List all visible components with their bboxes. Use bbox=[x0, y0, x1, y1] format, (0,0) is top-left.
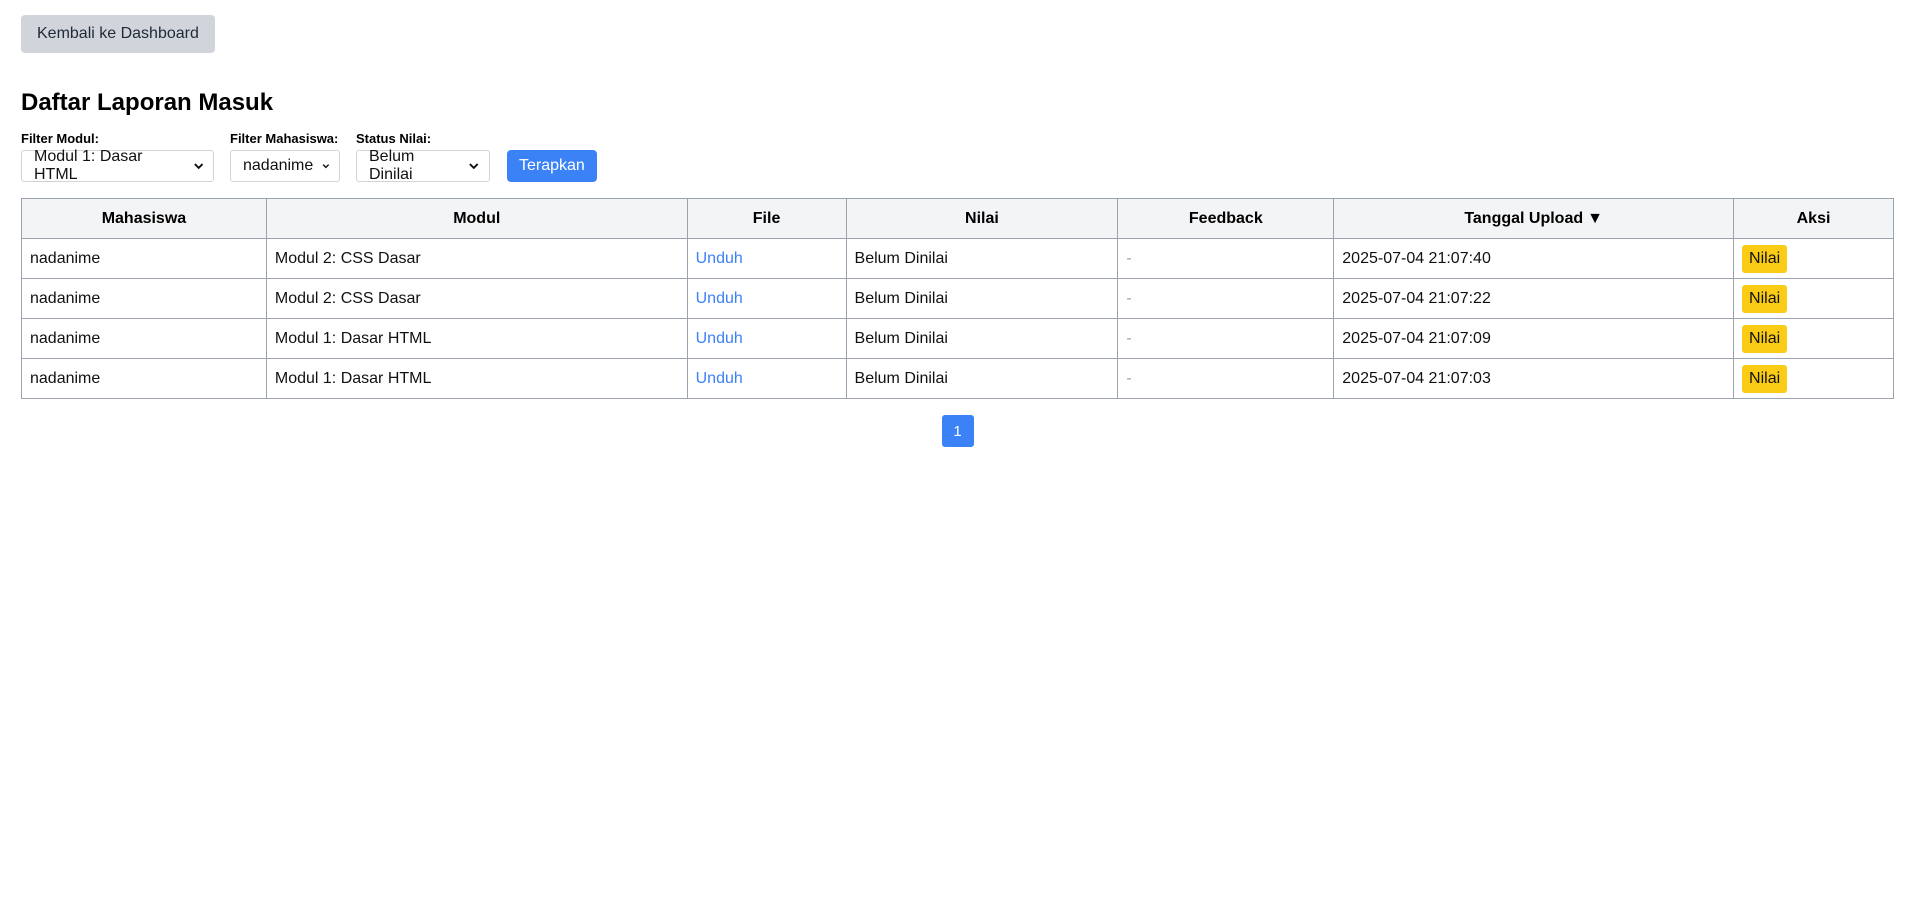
cell-file: Unduh bbox=[686, 238, 847, 279]
cell-mahasiswa: nadanime bbox=[21, 358, 267, 399]
cell-feedback: - bbox=[1117, 278, 1335, 319]
feedback-value: - bbox=[1126, 249, 1132, 267]
cell-modul: Modul 2: CSS Dasar bbox=[265, 238, 688, 279]
filter-mahasiswa-label: Filter Mahasiswa: bbox=[230, 131, 339, 146]
table-row: nadanime Modul 2: CSS Dasar Unduh Belum … bbox=[21, 278, 1894, 319]
column-header-aksi: Aksi bbox=[1733, 198, 1894, 239]
cell-nilai: Belum Dinilai bbox=[845, 358, 1119, 399]
cell-file: Unduh bbox=[686, 278, 847, 319]
filter-bar: Filter Modul: Modul 1: Dasar HTML Filter… bbox=[21, 131, 1895, 183]
back-to-dashboard-button[interactable]: Kembali ke Dashboard bbox=[21, 15, 215, 53]
cell-nilai: Belum Dinilai bbox=[845, 318, 1119, 359]
filter-status-group: Status Nilai: Belum Dinilai bbox=[356, 131, 490, 183]
column-header-mahasiswa: Mahasiswa bbox=[21, 198, 267, 239]
column-header-modul: Modul bbox=[265, 198, 688, 239]
column-header-nilai: Nilai bbox=[845, 198, 1119, 239]
cell-nilai: Belum Dinilai bbox=[845, 238, 1119, 279]
nilai-button[interactable]: Nilai bbox=[1742, 284, 1788, 313]
cell-modul: Modul 2: CSS Dasar bbox=[265, 278, 688, 319]
column-header-feedback: Feedback bbox=[1117, 198, 1335, 239]
cell-file: Unduh bbox=[686, 358, 847, 399]
column-header-file: File bbox=[686, 198, 847, 239]
chevron-down-icon bbox=[193, 163, 203, 170]
feedback-value: - bbox=[1126, 329, 1132, 347]
column-header-tanggal-upload[interactable]: Tanggal Upload ▼ bbox=[1333, 198, 1735, 239]
download-link[interactable]: Unduh bbox=[696, 330, 743, 347]
cell-feedback: - bbox=[1117, 238, 1335, 279]
cell-modul: Modul 1: Dasar HTML bbox=[265, 358, 688, 399]
cell-modul: Modul 1: Dasar HTML bbox=[265, 318, 688, 359]
nilai-button[interactable]: Nilai bbox=[1742, 324, 1788, 353]
page-button-current[interactable]: 1 bbox=[941, 415, 974, 447]
page-title: Daftar Laporan Masuk bbox=[21, 89, 274, 116]
cell-file: Unduh bbox=[686, 318, 847, 359]
cell-feedback: - bbox=[1117, 358, 1335, 399]
filter-status-label: Status Nilai: bbox=[356, 131, 432, 146]
filter-modul-select[interactable]: Modul 1: Dasar HTML bbox=[21, 148, 214, 183]
cell-tanggal: 2025-07-04 21:07:09 bbox=[1333, 318, 1735, 359]
nilai-button[interactable]: Nilai bbox=[1742, 244, 1788, 273]
filter-modul-group: Filter Modul: Modul 1: Dasar HTML bbox=[21, 131, 214, 183]
cell-mahasiswa: nadanime bbox=[21, 278, 267, 319]
cell-aksi: Nilai bbox=[1733, 238, 1894, 279]
chevron-down-icon bbox=[469, 163, 479, 170]
filter-status-select[interactable]: Belum Dinilai bbox=[356, 148, 490, 183]
table-header-row: Mahasiswa Modul File Nilai Feedback Tang… bbox=[21, 198, 1894, 239]
download-link[interactable]: Unduh bbox=[696, 290, 743, 307]
column-header-tanggal-label: Tanggal Upload bbox=[1464, 209, 1584, 227]
cell-aksi: Nilai bbox=[1733, 278, 1894, 319]
sort-desc-icon: ▼ bbox=[1587, 209, 1603, 227]
page: Kembali ke Dashboard Daftar Laporan Masu… bbox=[0, 0, 1916, 462]
filter-modul-label: Filter Modul: bbox=[21, 131, 99, 146]
cell-aksi: Nilai bbox=[1733, 358, 1894, 399]
filter-status-value: Belum Dinilai bbox=[369, 148, 415, 183]
table-row: nadanime Modul 1: Dasar HTML Unduh Belum… bbox=[21, 318, 1894, 359]
apply-filter-button[interactable]: Terapkan bbox=[507, 150, 597, 182]
cell-tanggal: 2025-07-04 21:07:40 bbox=[1333, 238, 1735, 279]
pagination: 1 bbox=[21, 415, 1894, 447]
cell-aksi: Nilai bbox=[1733, 318, 1894, 359]
cell-tanggal: 2025-07-04 21:07:03 bbox=[1333, 358, 1735, 399]
cell-feedback: - bbox=[1117, 318, 1335, 359]
table-row: nadanime Modul 2: CSS Dasar Unduh Belum … bbox=[21, 238, 1894, 279]
nilai-button[interactable]: Nilai bbox=[1742, 364, 1788, 393]
cell-tanggal: 2025-07-04 21:07:22 bbox=[1333, 278, 1735, 319]
feedback-value: - bbox=[1126, 369, 1132, 387]
download-link[interactable]: Unduh bbox=[696, 370, 743, 387]
filter-mahasiswa-group: Filter Mahasiswa: nadanime bbox=[230, 131, 340, 182]
filter-mahasiswa-value: nadanime bbox=[243, 157, 314, 174]
filter-mahasiswa-select[interactable]: nadanime bbox=[230, 150, 340, 182]
laporan-table: Mahasiswa Modul File Nilai Feedback Tang… bbox=[21, 198, 1894, 399]
table-row: nadanime Modul 1: Dasar HTML Unduh Belum… bbox=[21, 358, 1894, 399]
filter-modul-value: Modul 1: Dasar HTML bbox=[34, 148, 143, 183]
cell-nilai: Belum Dinilai bbox=[845, 278, 1119, 319]
cell-mahasiswa: nadanime bbox=[21, 318, 267, 359]
cell-mahasiswa: nadanime bbox=[21, 238, 267, 279]
chevron-down-icon bbox=[322, 164, 330, 169]
feedback-value: - bbox=[1126, 289, 1132, 307]
download-link[interactable]: Unduh bbox=[696, 250, 743, 267]
